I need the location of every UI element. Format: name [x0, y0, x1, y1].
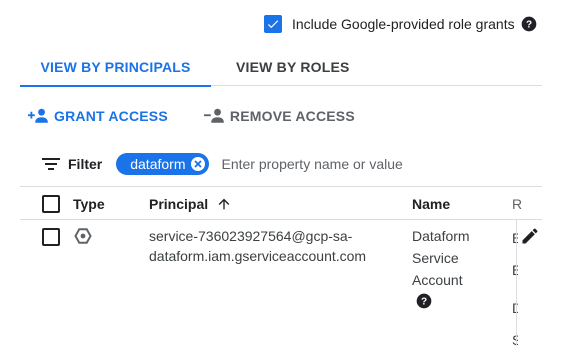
type-column-header[interactable]: Type	[73, 196, 105, 212]
principal-name: Dataform Service Account	[412, 225, 470, 291]
tab-view-by-roles[interactable]: VIEW BY ROLES	[236, 48, 350, 86]
svg-text:?: ?	[526, 19, 532, 30]
filter-chip-label: dataform	[130, 156, 186, 172]
sort-ascending-arrow-icon[interactable]	[216, 196, 232, 212]
filter-chip-dataform[interactable]: dataform	[116, 153, 210, 175]
principal-name-line-1: Dataform	[412, 228, 470, 244]
help-icon[interactable]: ?	[416, 293, 432, 309]
include-google-grants-row[interactable]: Include Google-provided role grants ?	[264, 14, 537, 34]
add-person-icon	[28, 108, 48, 123]
remove-person-icon	[203, 108, 224, 123]
grant-access-label: GRANT ACCESS	[54, 108, 168, 124]
remove-access-label: REMOVE ACCESS	[229, 108, 355, 124]
chip-close-icon[interactable]	[191, 157, 206, 171]
principal-email: service-736023927564@gcp-sa- dataform.ia…	[149, 226, 366, 266]
checkmark-icon	[267, 20, 279, 29]
filter-label: Filter	[68, 156, 103, 172]
table-row: service-736023927564@gcp-sa- dataform.ia…	[20, 220, 542, 346]
table-header-row: Type Principal Name R	[20, 186, 542, 220]
svg-text:?: ?	[421, 296, 427, 307]
filter-input[interactable]	[221, 156, 432, 172]
principals-table: Type Principal Name R service-7360239275…	[20, 186, 542, 346]
tab-view-by-principals[interactable]: VIEW BY PRINCIPALS	[20, 48, 211, 87]
filter-icon	[42, 158, 60, 170]
filter-button[interactable]: Filter	[42, 156, 102, 172]
principal-email-line-2: dataform.iam.gserviceaccount.com	[149, 248, 367, 264]
role-truncated-4: S	[512, 332, 518, 346]
role-truncated-2: E	[512, 262, 518, 278]
service-account-type-icon	[74, 227, 92, 248]
view-tabs: VIEW BY PRINCIPALS VIEW BY ROLES	[20, 48, 542, 87]
select-all-checkbox[interactable]	[42, 195, 60, 213]
grant-access-button[interactable]: GRANT ACCESS	[28, 107, 168, 125]
name-column-header[interactable]: Name	[412, 196, 450, 212]
include-grants-label: Include Google-provided role grants	[292, 16, 515, 32]
principal-column-header[interactable]: Principal	[149, 196, 232, 212]
row-checkbox[interactable]	[42, 228, 60, 246]
edit-pencil-icon[interactable]	[520, 226, 540, 246]
principal-name-line-3: Account	[412, 272, 463, 288]
principal-name-line-2: Service	[412, 250, 459, 266]
column-divider	[516, 220, 517, 346]
filter-bar: Filter dataform	[42, 152, 432, 176]
help-icon[interactable]: ?	[521, 16, 537, 32]
role-column-header-truncated: R	[512, 196, 523, 212]
include-grants-checkbox[interactable]	[264, 15, 282, 33]
principal-header-label: Principal	[149, 196, 209, 212]
remove-access-button[interactable]: REMOVE ACCESS	[203, 107, 355, 125]
principal-email-line-1: service-736023927564@gcp-sa-	[149, 228, 353, 244]
role-truncated-1: E	[512, 230, 518, 246]
action-bar: GRANT ACCESS REMOVE ACCESS	[28, 106, 355, 126]
role-truncated-3: D	[512, 300, 518, 316]
